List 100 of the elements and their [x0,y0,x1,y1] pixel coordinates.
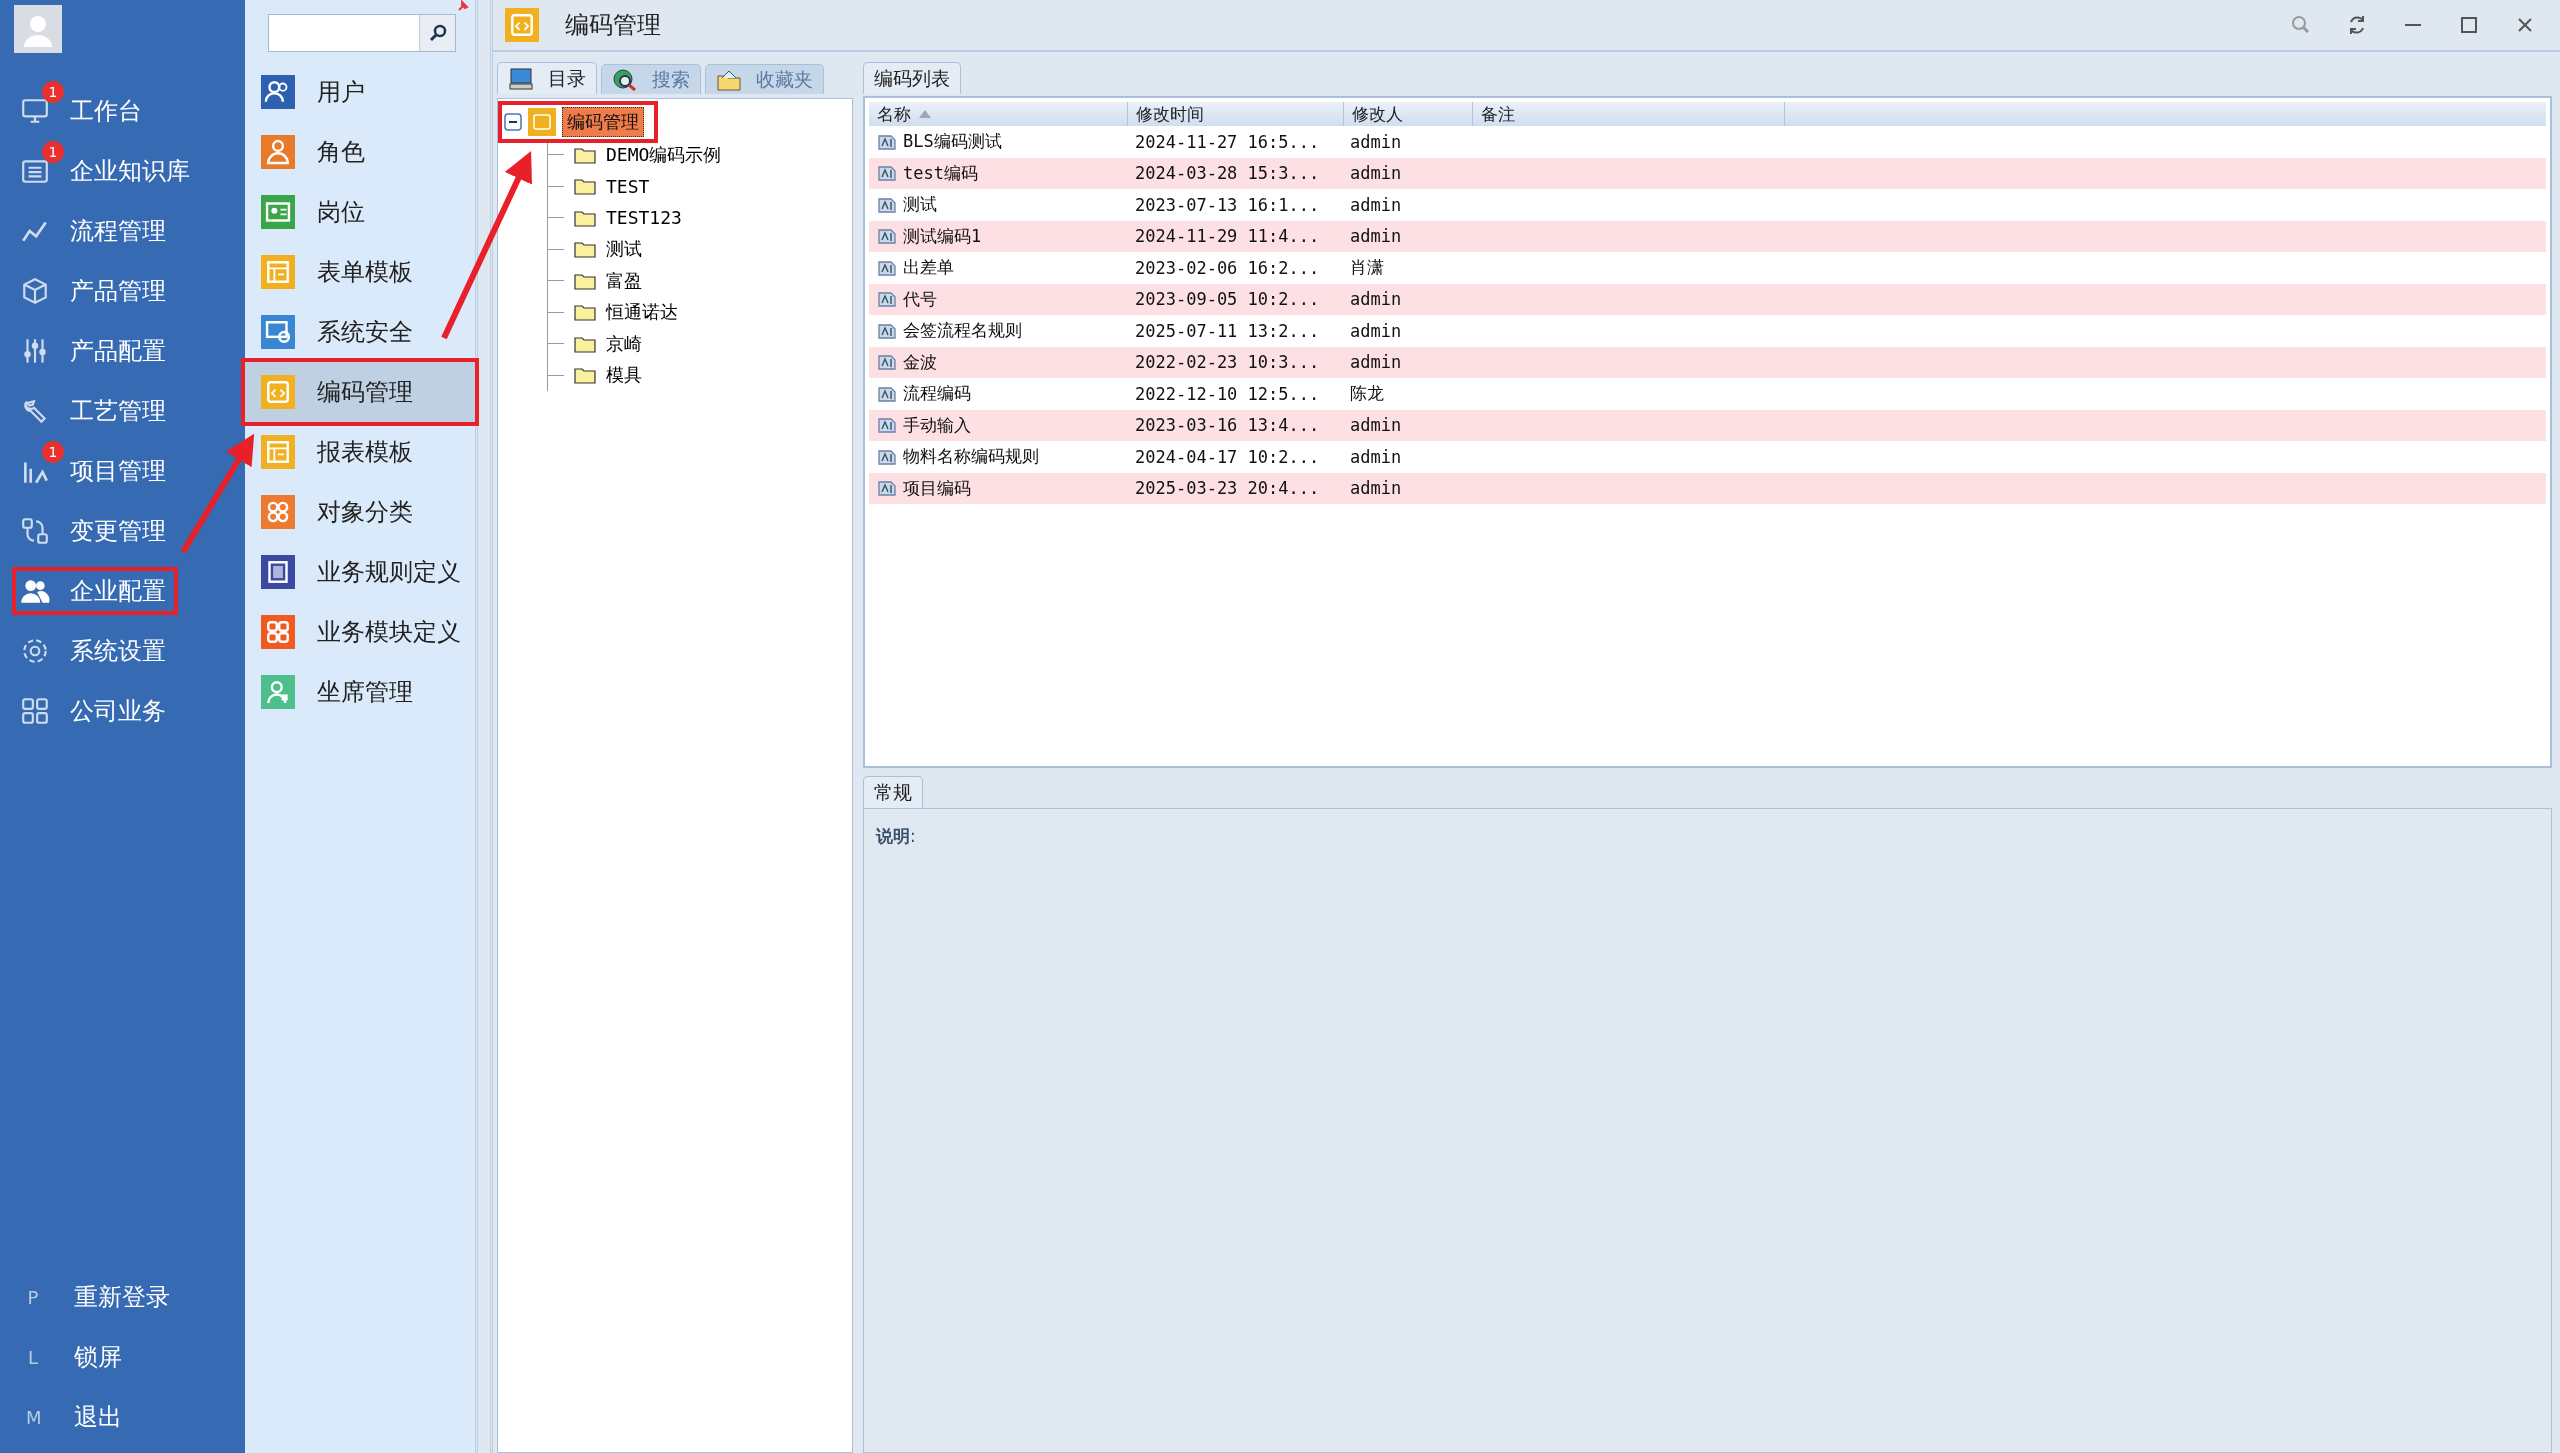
monitor-icon [20,96,50,126]
table-row[interactable]: 物料名称编码规则 2024-04-17 10:2... admin [869,441,2546,473]
tree-node[interactable]: 编码管理 [562,107,644,137]
column-header[interactable]: 名称 [869,102,1128,126]
tree-node[interactable]: 模具 [606,363,642,388]
sidebar-item[interactable]: 变更管理 [16,511,174,551]
sidebar-item[interactable]: 工艺管理 [16,391,174,431]
document-icon [877,384,897,403]
column-header[interactable]: 修改人 [1344,102,1473,126]
column-header[interactable]: 备注 [1473,102,1785,126]
table-cell: 2022-12-10 12:5... [1135,383,1320,404]
menu-item[interactable]: 岗位 [245,182,475,242]
sidebar-footer-item[interactable]: P 重新登录 [0,1267,245,1327]
computer-icon [508,66,534,91]
menu-item[interactable]: 对象分类 [245,482,475,542]
shortcut-key: L [26,1346,40,1368]
menu-item[interactable]: 用户 [245,62,475,122]
folder-icon [574,177,596,196]
exchange-icon [20,516,50,546]
tab[interactable]: 常规 [863,776,923,808]
menu-item[interactable]: 业务规则定义 [245,542,475,602]
menu-item[interactable]: 业务模块定义 [245,602,475,662]
table-row[interactable]: 项目编码 2025-03-23 20:4... admin [869,472,2546,504]
sidebar-item[interactable]: 流程管理 [16,211,174,251]
notification-badge: 1 [42,141,64,163]
tab[interactable]: 编码列表 [863,62,961,94]
search-button[interactable] [419,15,455,51]
table-cell: admin [1350,194,1402,215]
search-field[interactable] [268,14,456,52]
sidebar-item[interactable]: 企业配置 [16,571,174,611]
table-row[interactable]: 测试编码1 2024-11-29 11:4... admin [869,220,2546,252]
table-row[interactable]: 会签流程名规则 2025-07-11 13:2... admin [869,315,2546,347]
table-cell: 物料名称编码规则 [903,445,1039,469]
table-cell: 肖潇 [1350,256,1384,280]
table-cell: 手动输入 [903,413,971,437]
table-cell: admin [1350,289,1402,310]
sidebar-item[interactable]: 系统设置 [16,631,174,671]
document-icon [877,132,897,151]
column-label: 修改人 [1352,102,1403,126]
table-cell: 金波 [903,350,937,374]
collapse-icon[interactable] [504,113,522,131]
folder-icon [574,240,596,259]
sidebar-footer-item[interactable]: M 退出 [0,1387,245,1447]
sidebar-item[interactable]: 公司业务 [16,691,174,731]
table-row[interactable]: 流程编码 2022-12-10 12:5... 陈龙 [869,378,2546,410]
column-label: 修改时间 [1136,102,1204,126]
column-label: 名称 [877,102,911,126]
tree-node[interactable]: 富盈 [606,268,642,293]
code-icon [528,108,556,136]
table-row[interactable]: 出差单 2023-02-06 16:2... 肖潇 [869,252,2546,284]
document-icon [877,416,897,435]
menu-item[interactable]: 表单模板 [245,242,475,302]
folder-icon [574,145,596,164]
table-cell: 2023-07-13 16:1... [1135,194,1320,215]
sidebar-footer-item[interactable]: L 锁屏 [0,1327,245,1387]
document-icon [877,479,897,498]
folder-icon [574,334,596,353]
table-cell: admin [1350,163,1402,184]
menu-item[interactable]: 角色 [245,122,475,182]
document-icon [877,258,897,277]
table-cell: 流程编码 [903,382,971,406]
table-cell: admin [1350,352,1402,373]
column-header[interactable]: 修改时间 [1128,102,1344,126]
table-cell: admin [1350,478,1402,499]
tree-node[interactable]: 恒通诺达 [606,300,678,325]
document-icon [877,164,897,183]
folder-icon [574,208,596,227]
table-row[interactable]: 代号 2023-09-05 10:2... admin [869,283,2546,315]
table-cell: test编码 [903,161,978,185]
table-cell: 2025-07-11 13:2... [1135,320,1320,341]
table-cell: 代号 [903,287,937,311]
table-cell: 2024-04-17 10:2... [1135,446,1320,467]
table-cell: 2022-02-23 10:3... [1135,352,1320,373]
item-label: 退出 [74,1402,122,1433]
tree-node[interactable]: DEMO编码示例 [606,142,722,167]
table-row[interactable]: 金波 2022-02-23 10:3... admin [869,346,2546,378]
shortcut-key: P [26,1286,40,1308]
cube-icon [20,276,50,306]
table-cell: 2023-03-16 13:4... [1135,415,1320,436]
tab[interactable]: 目录 [497,62,597,94]
pin-icon[interactable] [457,0,469,12]
table-row[interactable]: test编码 2024-03-28 15:3... admin [869,157,2546,189]
document-icon [877,353,897,372]
menu-item[interactable]: 报表模板 [245,422,475,482]
table-row[interactable]: BLS编码测试 2024-11-27 16:5... admin [869,126,2546,158]
table-cell: 2024-03-28 15:3... [1135,163,1320,184]
tree-node[interactable]: 京崎 [606,331,642,356]
table-cell: admin [1350,131,1402,152]
table-row[interactable]: 手动输入 2023-03-16 13:4... admin [869,409,2546,441]
tree-node[interactable]: TEST [606,175,650,197]
tree-node[interactable]: 测试 [606,237,642,262]
table-cell: 项目编码 [903,476,971,500]
table-row[interactable]: 测试 2023-07-13 16:1... admin [869,189,2546,221]
table-cell: 2025-03-23 20:4... [1135,478,1320,499]
table-cell: 2023-09-05 10:2... [1135,289,1320,310]
menu-item[interactable]: 坐席管理 [245,662,475,722]
sidebar-item[interactable]: 产品配置 [16,331,174,371]
item-label: 重新登录 [74,1282,170,1313]
sidebar-item[interactable]: 产品管理 [16,271,174,311]
tree-node[interactable]: TEST123 [606,207,682,229]
